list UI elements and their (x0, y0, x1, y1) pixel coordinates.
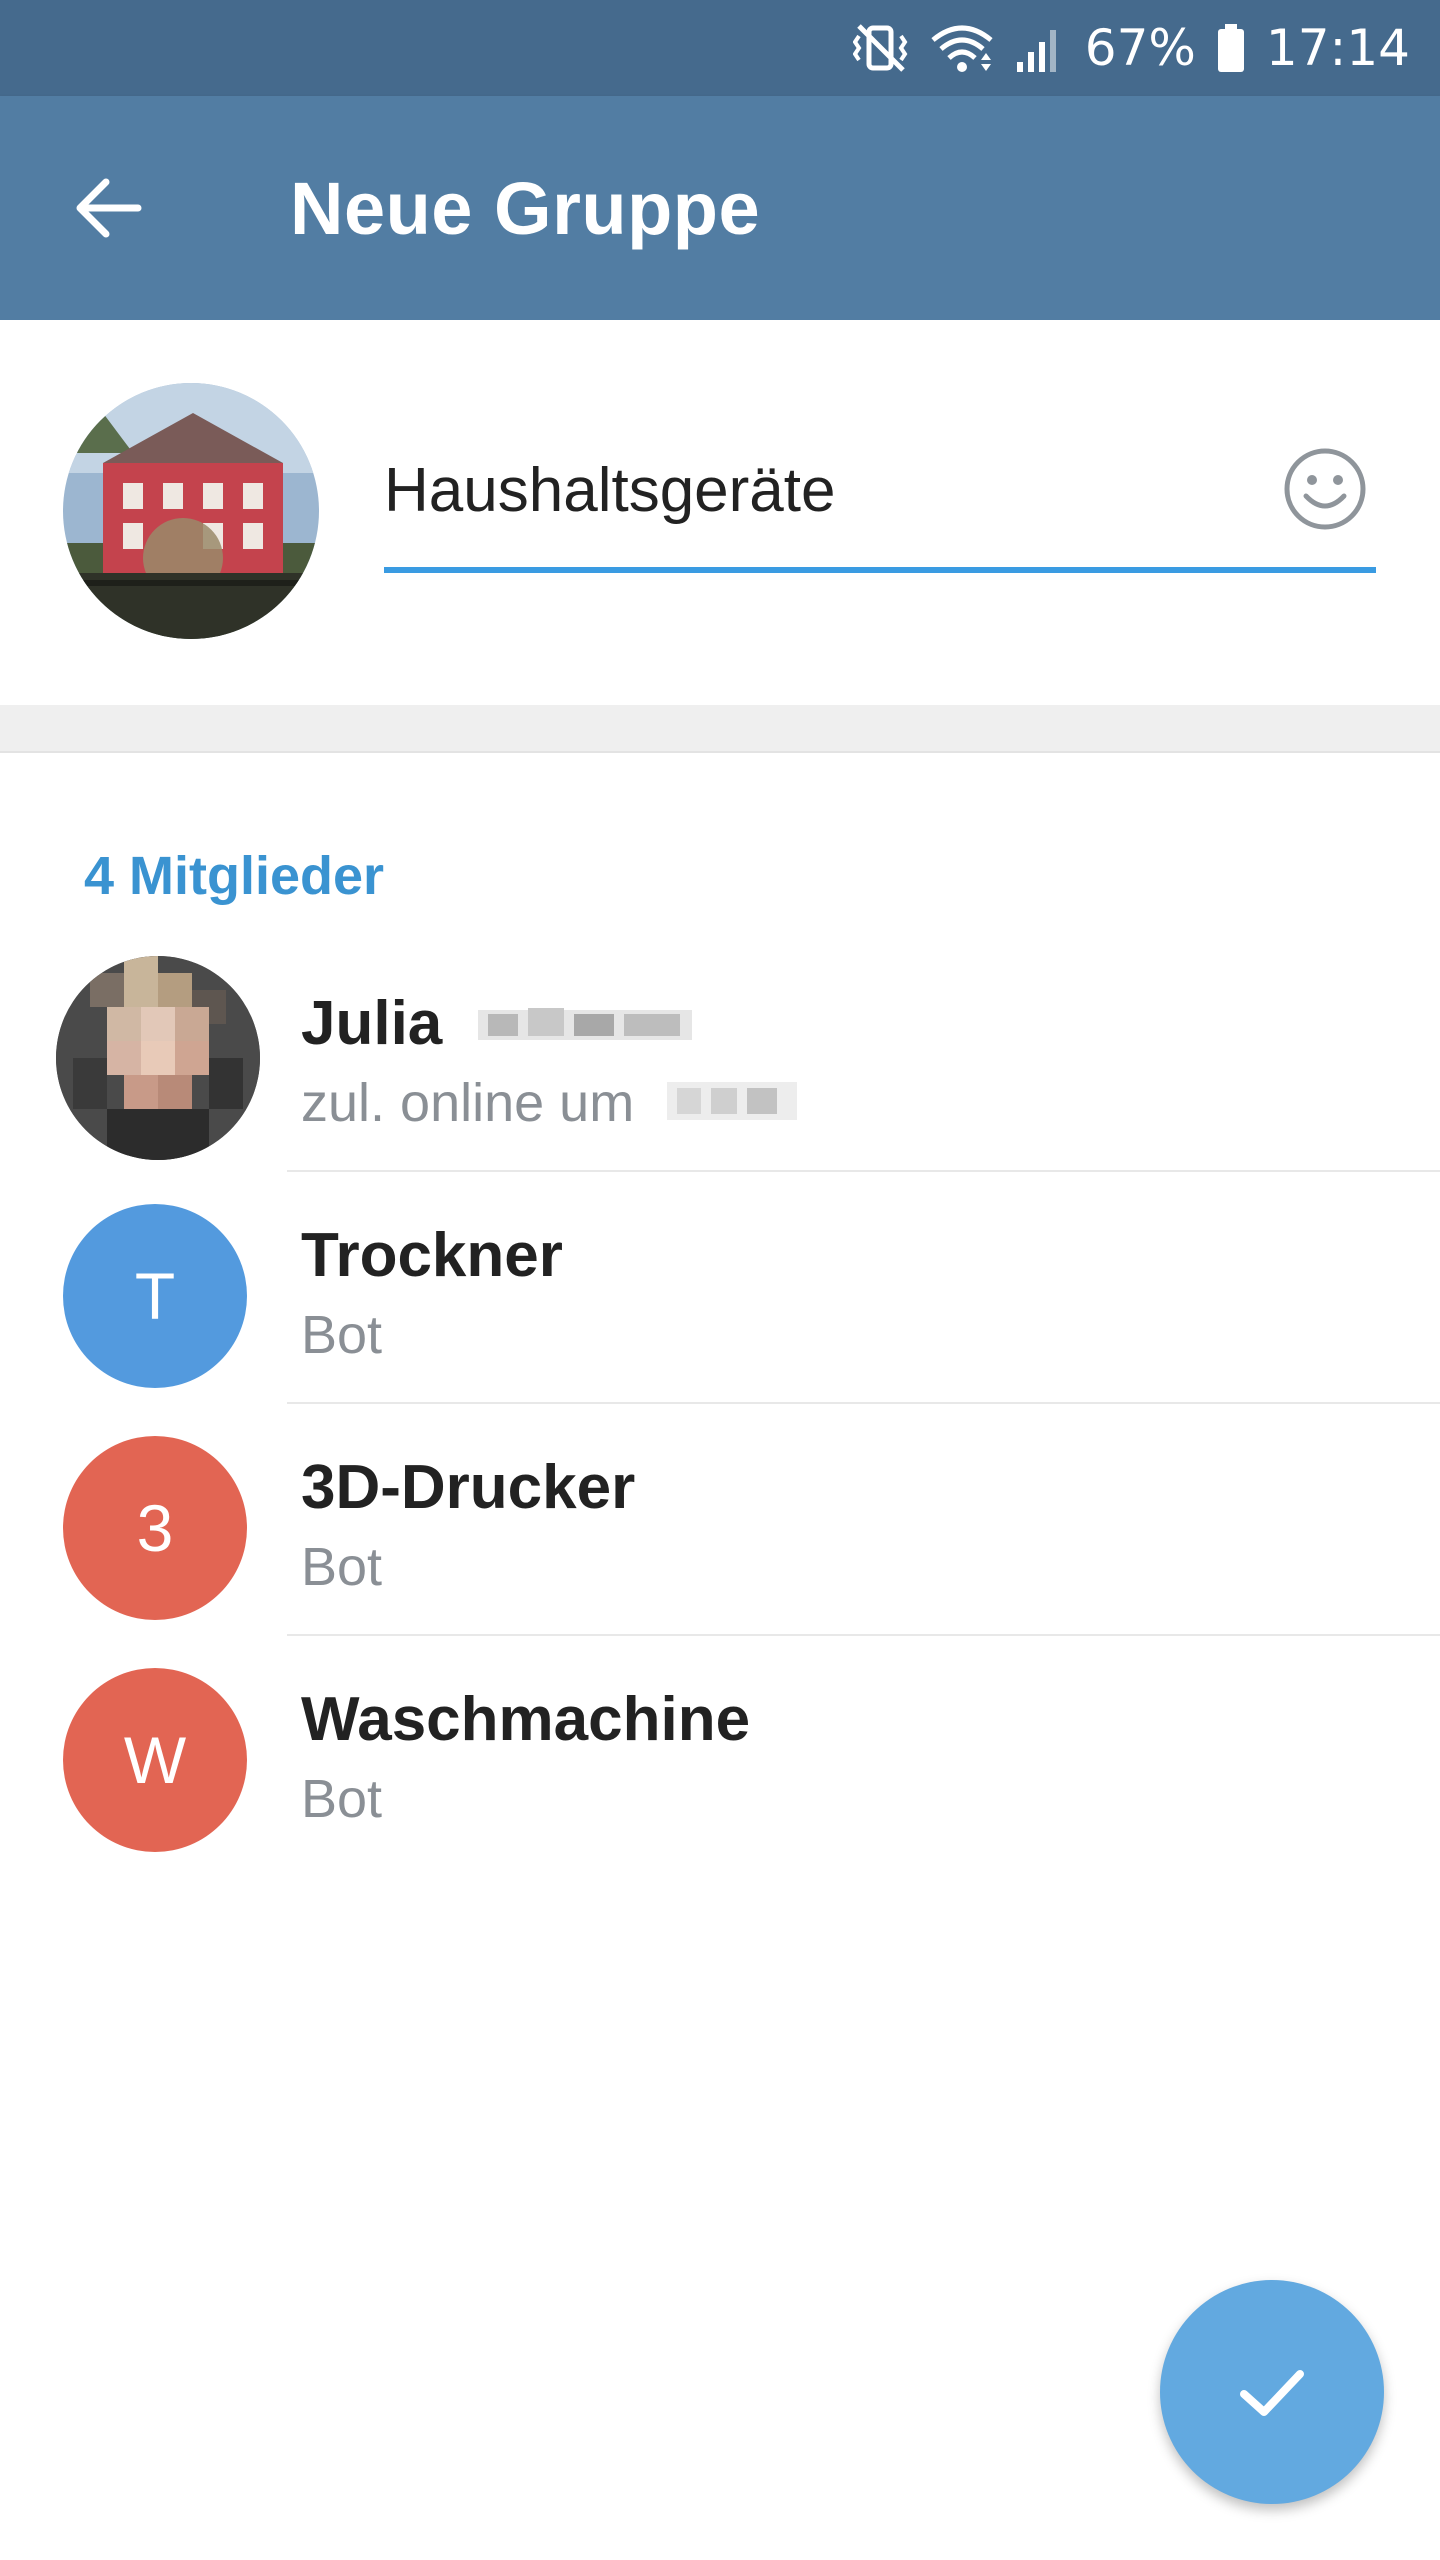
member-avatar: T (63, 1204, 247, 1388)
members-count-header: 4 Mitglieder (84, 846, 385, 906)
signal-icon (1015, 22, 1065, 74)
battery-percent: 67% (1084, 19, 1196, 77)
group-photo[interactable] (63, 383, 319, 639)
clock: 17:14 (1265, 19, 1410, 77)
section-divider (0, 705, 1440, 753)
member-avatar (56, 956, 260, 1160)
member-name: Julia (301, 989, 443, 1058)
member-avatar: 3 (63, 1436, 247, 1620)
status-bar: 67% 17:14 (0, 0, 1440, 96)
confirm-fab-button[interactable] (1160, 2280, 1384, 2504)
group-header (0, 320, 1440, 705)
vibrate-mute-icon (852, 22, 909, 74)
input-underline (384, 567, 1376, 573)
member-name: 3D-Drucker (301, 1453, 636, 1522)
member-status: zul. online um (301, 1073, 635, 1133)
member-avatar: W (63, 1668, 247, 1852)
member-status: Bot (301, 1305, 383, 1365)
redacted-time (667, 1074, 798, 1139)
member-row[interactable]: 3 3D-Drucker Bot (0, 1404, 1440, 1636)
member-row[interactable]: W Waschmachine Bot (0, 1636, 1440, 1868)
member-name: Waschmachine (301, 1685, 751, 1754)
check-icon (1240, 2370, 1304, 2416)
member-status: Bot (301, 1769, 383, 1829)
smiley-icon (1284, 448, 1366, 530)
page-title: Neue Gruppe (290, 167, 761, 250)
app-bar: Neue Gruppe (0, 96, 1440, 320)
wifi-icon (929, 22, 995, 74)
redacted-surname (477, 992, 692, 1063)
emoji-button[interactable] (1282, 446, 1368, 532)
back-button[interactable] (56, 156, 160, 260)
member-row[interactable]: T Trockner Bot (0, 1172, 1440, 1404)
member-status: Bot (301, 1537, 383, 1597)
member-row[interactable]: Julia zul. online um (0, 940, 1440, 1172)
member-name: Trockner (301, 1221, 563, 1290)
arrow-back-icon (76, 178, 142, 238)
group-name-input[interactable] (384, 430, 1254, 550)
battery-icon (1216, 22, 1246, 74)
group-name-field[interactable] (384, 430, 1376, 573)
